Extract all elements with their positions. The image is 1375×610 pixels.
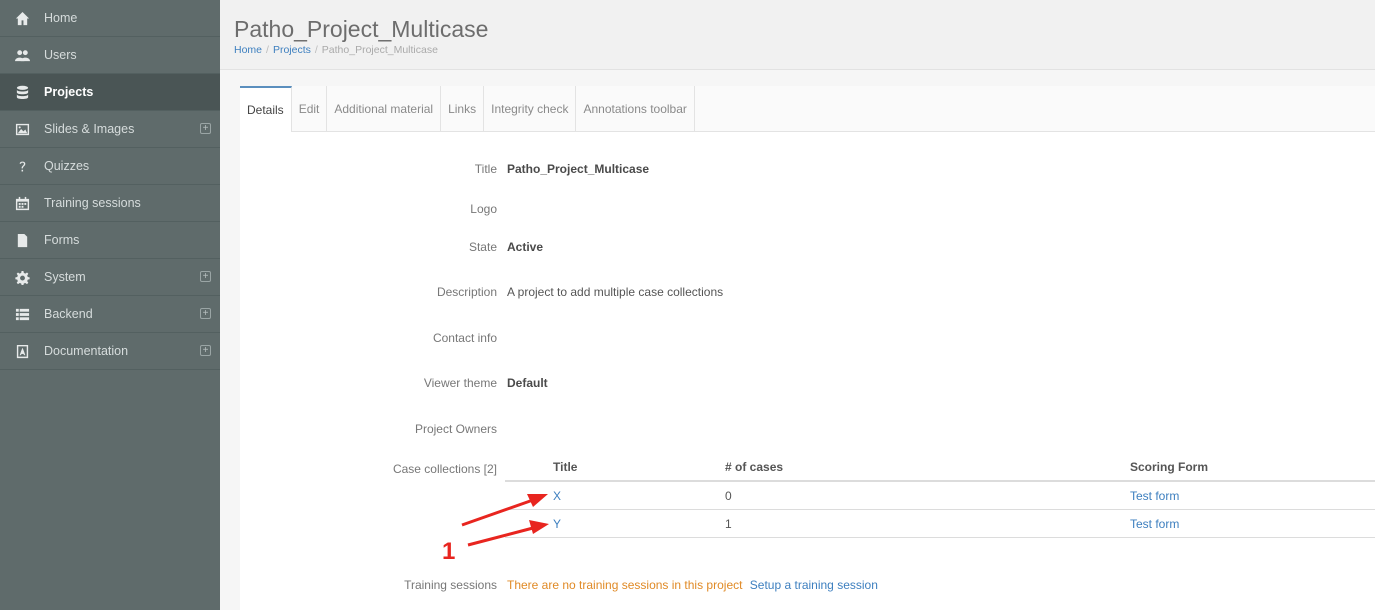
- annotation-overlay: 1: [442, 494, 549, 565]
- annotation-number-label: 1: [442, 538, 455, 565]
- annotation-arrow-to-x: [461, 494, 548, 527]
- annotation-arrow-to-y: [467, 520, 549, 547]
